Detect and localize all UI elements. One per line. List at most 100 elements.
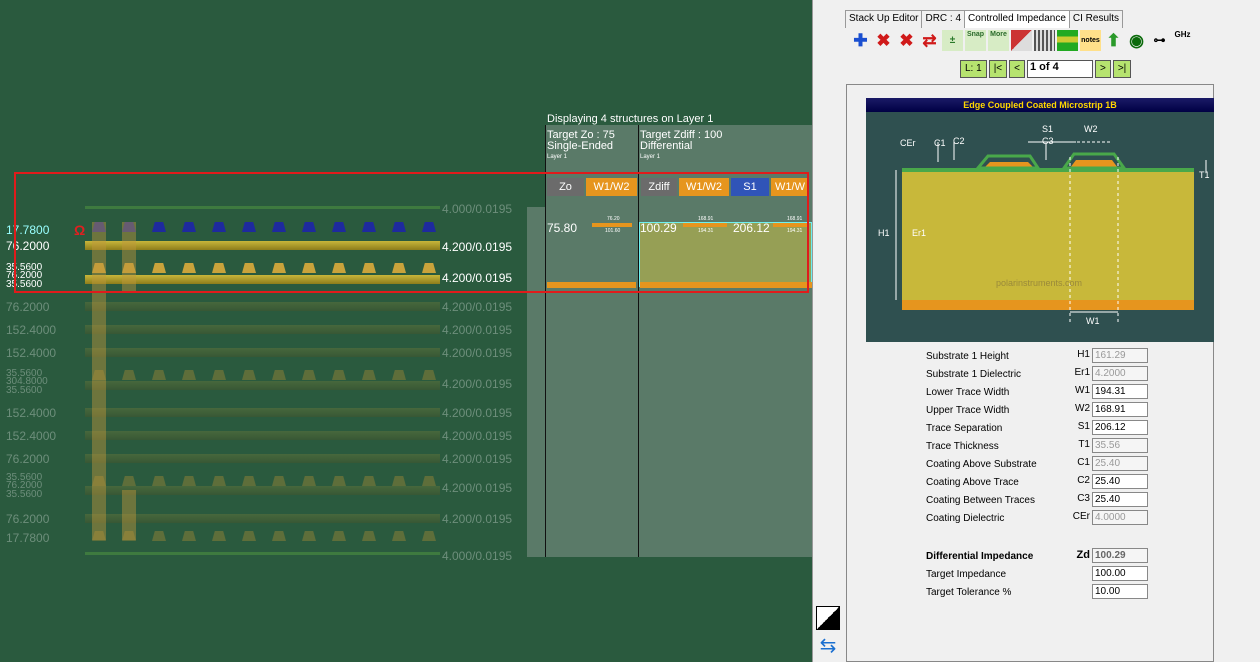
add-icon[interactable]: ✚ [850, 30, 871, 51]
zo-trace-mark [592, 223, 632, 227]
snap-icon[interactable]: Snap [965, 30, 986, 51]
watermark: polarinstruments.com [996, 278, 1083, 288]
zo-w-top: 76.20 [607, 216, 620, 222]
layer-thickness: 152.4000 [6, 323, 57, 337]
label-c3: C3 [1042, 136, 1054, 146]
core-layer[interactable] [85, 241, 440, 250]
param-label: Coating Above Substrate [926, 459, 1037, 470]
core-layer[interactable] [85, 348, 440, 357]
core-layer[interactable] [85, 454, 440, 463]
param-c3-input[interactable]: 25.40 [1092, 492, 1148, 507]
core-layer[interactable] [85, 325, 440, 334]
param-c2-input[interactable]: 25.40 [1092, 474, 1148, 489]
page-field[interactable]: 1 of 4 [1026, 60, 1093, 78]
triangle-icon[interactable] [816, 606, 840, 630]
structure-type: Single-Ended [547, 140, 614, 152]
col-header-w1w2[interactable]: W1/W2 [679, 178, 729, 196]
param-c1-input[interactable]: 25.40 [1092, 456, 1148, 471]
grid-icon[interactable] [1034, 30, 1055, 51]
core-layer[interactable] [85, 431, 440, 440]
structure-col2-header[interactable]: Target Zdiff : 100 Differential Layer 1 [640, 130, 722, 163]
layers-icon[interactable] [1057, 30, 1078, 51]
snap-label: Snap [966, 31, 985, 38]
last-button[interactable]: >| [1112, 60, 1132, 78]
label-t1: T1 [1199, 170, 1210, 180]
core-layer[interactable] [85, 514, 440, 523]
layer-thickness: 152.4000 [6, 346, 57, 360]
param-symbol: S1 [1077, 421, 1090, 432]
view-icon[interactable]: ◉ [1126, 30, 1147, 51]
zdiff-value: 100.29 [640, 221, 677, 235]
param-symbol: W1 [1075, 385, 1090, 396]
differential-impedance-output[interactable]: 100.29 [1092, 548, 1148, 563]
param-label: Upper Trace Width [926, 405, 1010, 416]
core-layer[interactable] [85, 381, 440, 390]
param-symbol: H1 [1077, 349, 1090, 360]
col-header-w1w2[interactable]: W1/W [771, 178, 809, 196]
core-layer[interactable] [85, 408, 440, 417]
layer-button[interactable]: L: 1 [960, 60, 987, 78]
layer-er: 4.200/0.0195 [442, 271, 513, 285]
param-t1-input[interactable]: 35.56 [1092, 438, 1148, 453]
via[interactable] [92, 222, 106, 540]
target-impedance-input[interactable]: 100.00 [1092, 566, 1148, 581]
via[interactable] [122, 490, 136, 540]
param-symbol: W2 [1075, 403, 1090, 414]
layer-er: 4.200/0.0195 [442, 300, 513, 314]
via[interactable] [122, 222, 136, 292]
core-layer[interactable] [85, 275, 440, 284]
layer-thickness: 17.7800 [6, 531, 50, 545]
tab-drc[interactable]: DRC : 4 [921, 10, 966, 28]
label-w1: W1 [1086, 316, 1100, 326]
layer-er: 4.200/0.0195 [442, 406, 513, 420]
tab-ci-results[interactable]: CI Results [1068, 10, 1124, 28]
structure-col1-header[interactable]: Target Zo : 75 Single-Ended Layer 1 [547, 130, 615, 163]
swap-arrows-icon[interactable]: ⇆ [816, 634, 840, 658]
layer-er: 4.200/0.0195 [442, 346, 513, 360]
label-s1: S1 [1042, 124, 1054, 134]
circuit-icon[interactable]: ⊶ [1149, 30, 1170, 51]
param-cer-input[interactable]: 4.0000 [1092, 510, 1148, 525]
core-layer[interactable] [85, 302, 440, 311]
param-symbol: CEr [1072, 511, 1090, 522]
toolbar: ✚ ✖ ✖ ⇄ ± Snap More notes ⬆ ◉ ⊶ GHz [850, 30, 1193, 51]
label-w2: W2 [1084, 124, 1098, 134]
col-header-zo[interactable]: Zo [547, 178, 584, 196]
param-label: Substrate 1 Height [926, 351, 1009, 362]
col-header-s1[interactable]: S1 [731, 178, 769, 196]
param-h1-input[interactable]: 161.29 [1092, 348, 1148, 363]
layer-tag: Layer 1 [640, 154, 661, 160]
layer-er: 4.200/0.0195 [442, 377, 513, 391]
next-button[interactable]: > [1094, 60, 1111, 78]
export-icon[interactable]: ⬆ [1103, 30, 1124, 51]
tab-stack-up-editor[interactable]: Stack Up Editor [845, 10, 923, 28]
ghz-icon[interactable]: GHz [1172, 30, 1193, 51]
col-header-zdiff[interactable]: Zdiff [641, 178, 677, 196]
param-er1-input[interactable]: 4.2000 [1092, 366, 1148, 381]
tab-controlled-impedance[interactable]: Controlled Impedance [964, 10, 1070, 28]
stackup-view[interactable]: 4.000/0.0195 17.7800 Ω 76.2000 4.200/0.0… [0, 0, 812, 662]
param-symbol: Er1 [1074, 367, 1090, 378]
delete-icon[interactable]: ✖ [873, 30, 894, 51]
structure-diagram[interactable]: Edge Coupled Coated Microstrip 1B CEr C1… [866, 98, 1214, 342]
param-s1-input[interactable]: 206.12 [1092, 420, 1148, 435]
layer-thickness: 35.5600 [6, 489, 43, 500]
notes-icon[interactable]: notes [1080, 30, 1101, 51]
target-tolerance-input[interactable]: 10.00 [1092, 584, 1148, 599]
col-header-w1w2[interactable]: W1/W2 [586, 178, 637, 196]
core-layer[interactable] [85, 486, 440, 495]
swap-icon[interactable]: ⇄ [919, 30, 940, 51]
first-button[interactable]: |< [988, 60, 1008, 78]
layer-er: 4.000/0.0195 [442, 202, 513, 216]
param-w1-input[interactable]: 194.31 [1092, 384, 1148, 399]
param-label: Trace Thickness [926, 441, 999, 452]
prev-button[interactable]: < [1009, 60, 1025, 78]
delete-all-icon[interactable]: ✖ [896, 30, 917, 51]
structure-icon[interactable] [1011, 30, 1032, 51]
diagram-title: Edge Coupled Coated Microstrip 1B [866, 98, 1214, 112]
param-w2-input[interactable]: 168.91 [1092, 402, 1148, 417]
more-icon[interactable]: More [988, 30, 1009, 51]
calc-icon[interactable]: ± [942, 30, 963, 51]
layer-thickness: 76.2000 [6, 300, 50, 314]
impedance-icon[interactable]: Ω [74, 222, 85, 238]
